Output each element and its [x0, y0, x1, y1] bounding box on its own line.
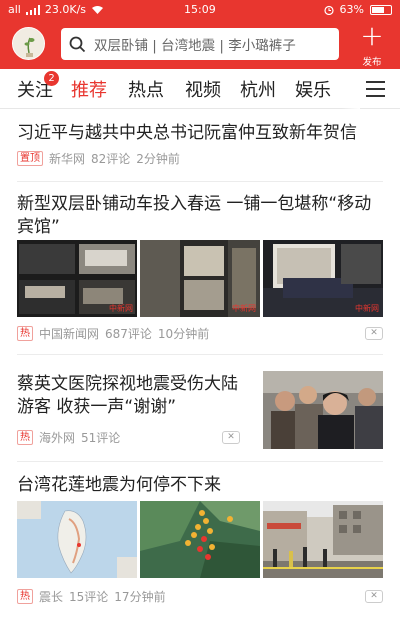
- divider: [17, 181, 383, 182]
- list-item[interactable]: 习近平与越共中央总书记阮富仲互致新年贺信 置顶 新华网 82评论 2分钟前: [0, 110, 400, 182]
- publish-label: 发布: [362, 57, 382, 68]
- article-meta: 置顶 新华网 82评论 2分钟前: [17, 150, 180, 167]
- watermark: 中新网: [109, 304, 133, 313]
- article-image[interactable]: [263, 501, 383, 578]
- divider: [17, 461, 383, 462]
- dismiss-icon[interactable]: ✕: [222, 431, 240, 444]
- tab-video[interactable]: 视频: [185, 76, 221, 102]
- article-source: 新华网: [49, 152, 86, 166]
- publish-button[interactable]: + 发布: [356, 19, 388, 69]
- plus-icon: +: [360, 19, 384, 52]
- article-image[interactable]: 中新网: [17, 240, 137, 317]
- tab-hangzhou[interactable]: 杭州: [240, 76, 276, 102]
- article-time: 17分钟前: [114, 590, 166, 604]
- search-bar[interactable]: 双层卧铺 | 台湾地震 | 李小璐裤子: [61, 28, 339, 60]
- article-image[interactable]: 中新网: [263, 240, 383, 317]
- article-title[interactable]: 新型双层卧铺动车投入春运 一铺一包堪称“移动宾馆”: [17, 193, 383, 239]
- search-icon: [69, 36, 86, 52]
- article-title[interactable]: 蔡英文医院探视地震受伤大陆游客 收获一声“谢谢”: [17, 373, 251, 419]
- list-item[interactable]: 新型双层卧铺动车投入春运 一铺一包堪称“移动宾馆” 中新网 中新网 中新网 热 …: [0, 183, 400, 355]
- tab-entertainment[interactable]: 娱乐: [295, 76, 331, 102]
- list-item[interactable]: 蔡英文医院探视地震受伤大陆游客 收获一声“谢谢” 热 海外网 51评论 ✕: [0, 356, 400, 462]
- article-image[interactable]: [17, 501, 137, 578]
- article-source: 海外网: [39, 431, 76, 445]
- article-image[interactable]: [263, 371, 383, 449]
- wifi-icon: [92, 5, 104, 14]
- status-bar: all 23.0K/s 15:09 63%: [0, 0, 400, 20]
- search-placeholder: 双层卧铺 | 台湾地震 | 李小璐裤子: [94, 38, 296, 54]
- article-source: 震长: [39, 590, 64, 604]
- dismiss-icon[interactable]: ✕: [365, 590, 383, 603]
- battery-percent: 63%: [339, 3, 364, 16]
- dismiss-icon[interactable]: ✕: [365, 327, 383, 340]
- signal-icon: [25, 4, 40, 15]
- follow-badge: 2: [44, 71, 59, 86]
- list-item[interactable]: 台湾花莲地震为何停不下来 热 震长 15评论 17分钟前 ✕: [0, 463, 400, 626]
- hot-tag: 热: [17, 326, 33, 341]
- article-comments: 51评论: [81, 431, 121, 445]
- battery-icon: [370, 4, 392, 15]
- article-source: 中国新闻网: [39, 327, 100, 341]
- tab-hot[interactable]: 热点: [128, 76, 164, 102]
- article-meta: 热 海外网 51评论: [17, 429, 120, 446]
- pinned-tag: 置顶: [17, 151, 43, 166]
- article-time: 2分钟前: [136, 152, 180, 166]
- article-time: 10分钟前: [157, 327, 210, 341]
- article-image[interactable]: 中新网: [140, 240, 260, 317]
- article-title[interactable]: 习近平与越共中央总书记阮富仲互致新年贺信: [17, 122, 383, 145]
- article-comments: 82评论: [91, 152, 131, 166]
- avatar[interactable]: [12, 27, 45, 60]
- article-comments: 15评论: [69, 590, 109, 604]
- article-meta: 热 中国新闻网 687评论 10分钟前: [17, 325, 209, 342]
- watermark: 中新网: [355, 304, 379, 313]
- tabs-fade: [342, 69, 360, 109]
- app-header: all 23.0K/s 15:09 63% 双层卧铺 | 台湾地震 | 李小璐裤…: [0, 0, 400, 69]
- network-speed: 23.0K/s: [44, 3, 87, 16]
- article-meta: 热 震长 15评论 17分钟前: [17, 588, 166, 605]
- article-title[interactable]: 台湾花莲地震为何停不下来: [17, 474, 383, 497]
- article-comments: 687评论: [105, 327, 152, 341]
- hot-tag: 热: [17, 430, 33, 445]
- tab-recommend[interactable]: 推荐: [71, 76, 107, 102]
- channel-tabs: 关注 2 推荐 热点 视频 杭州 娱乐: [0, 69, 400, 109]
- clock: 15:09: [184, 3, 216, 16]
- hot-tag: 热: [17, 589, 33, 604]
- alarm-icon: [323, 5, 334, 15]
- signal-text: all: [8, 3, 21, 16]
- article-image[interactable]: [140, 501, 260, 578]
- divider: [17, 354, 383, 355]
- channel-menu-icon[interactable]: [366, 81, 385, 97]
- watermark: 中新网: [232, 304, 256, 313]
